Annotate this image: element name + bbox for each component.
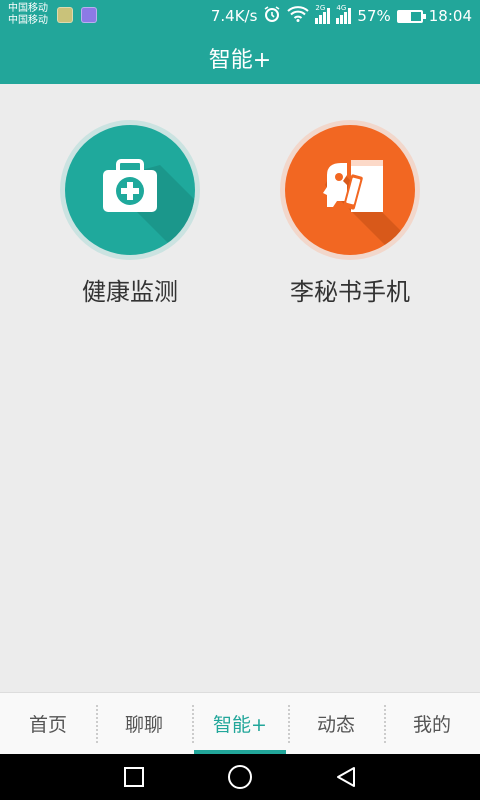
tab-moments[interactable]: 动态 [288, 693, 384, 754]
tab-smart-plus[interactable]: 智能+ [192, 693, 288, 754]
notification-app-icon [57, 7, 73, 23]
bottom-tab-bar: 首页 聊聊 智能+ 动态 我的 [0, 692, 480, 754]
tile-health-monitor[interactable]: 健康监测 [50, 120, 210, 307]
secretary-icon-ring [280, 120, 420, 260]
tile-label: 健康监测 [82, 278, 178, 306]
alarm-icon [263, 5, 281, 27]
phone-secretary-icon [285, 125, 415, 255]
tile-label: 李秘书手机 [290, 278, 410, 306]
signal-4g-tag: 4G [336, 4, 347, 12]
page-header: 智能+ [0, 32, 480, 84]
medical-kit-icon [65, 125, 195, 255]
tab-label: 聊聊 [124, 714, 163, 736]
tab-home[interactable]: 首页 [0, 693, 96, 754]
carrier-2: 中国移动 [8, 15, 48, 26]
clock: 18:04 [428, 7, 472, 25]
status-right: 7.4K/s 2G 4G 57% 18:04 [211, 0, 472, 32]
tab-me[interactable]: 我的 [384, 693, 480, 754]
signal-2g-icon: 2G [315, 4, 331, 24]
page-title: 智能+ [208, 48, 272, 73]
battery-icon [396, 9, 426, 23]
circle-icon [228, 765, 252, 789]
carrier-info: 中国移动 中国移动 [8, 3, 48, 27]
net-speed: 7.4K/s [210, 7, 258, 25]
system-nav-bar [0, 754, 480, 800]
tab-chat[interactable]: 聊聊 [96, 693, 192, 754]
tab-label: 我的 [412, 714, 451, 736]
home-button[interactable] [187, 764, 293, 790]
battery-percent: 57% [357, 7, 391, 25]
back-triangle-icon [337, 767, 355, 787]
status-bar: 中国移动 中国移动 7.4K/s 2G 4G 57% 18:04 [0, 0, 480, 32]
recents-button[interactable] [81, 765, 187, 789]
signal-2g-tag: 2G [315, 4, 326, 12]
signal-4g-icon: 4G [336, 4, 352, 24]
tile-secretary-phone[interactable]: 李秘书手机 [270, 120, 430, 307]
health-icon-ring [60, 120, 200, 260]
tab-label: 动态 [316, 714, 355, 736]
back-button[interactable] [293, 765, 399, 789]
message-notification-icon [81, 7, 97, 23]
tab-label: 首页 [28, 714, 67, 736]
wifi-icon [287, 6, 310, 26]
carrier-1: 中国移动 [8, 3, 48, 14]
square-icon [124, 767, 144, 787]
tab-label: 智能+ [213, 714, 267, 736]
